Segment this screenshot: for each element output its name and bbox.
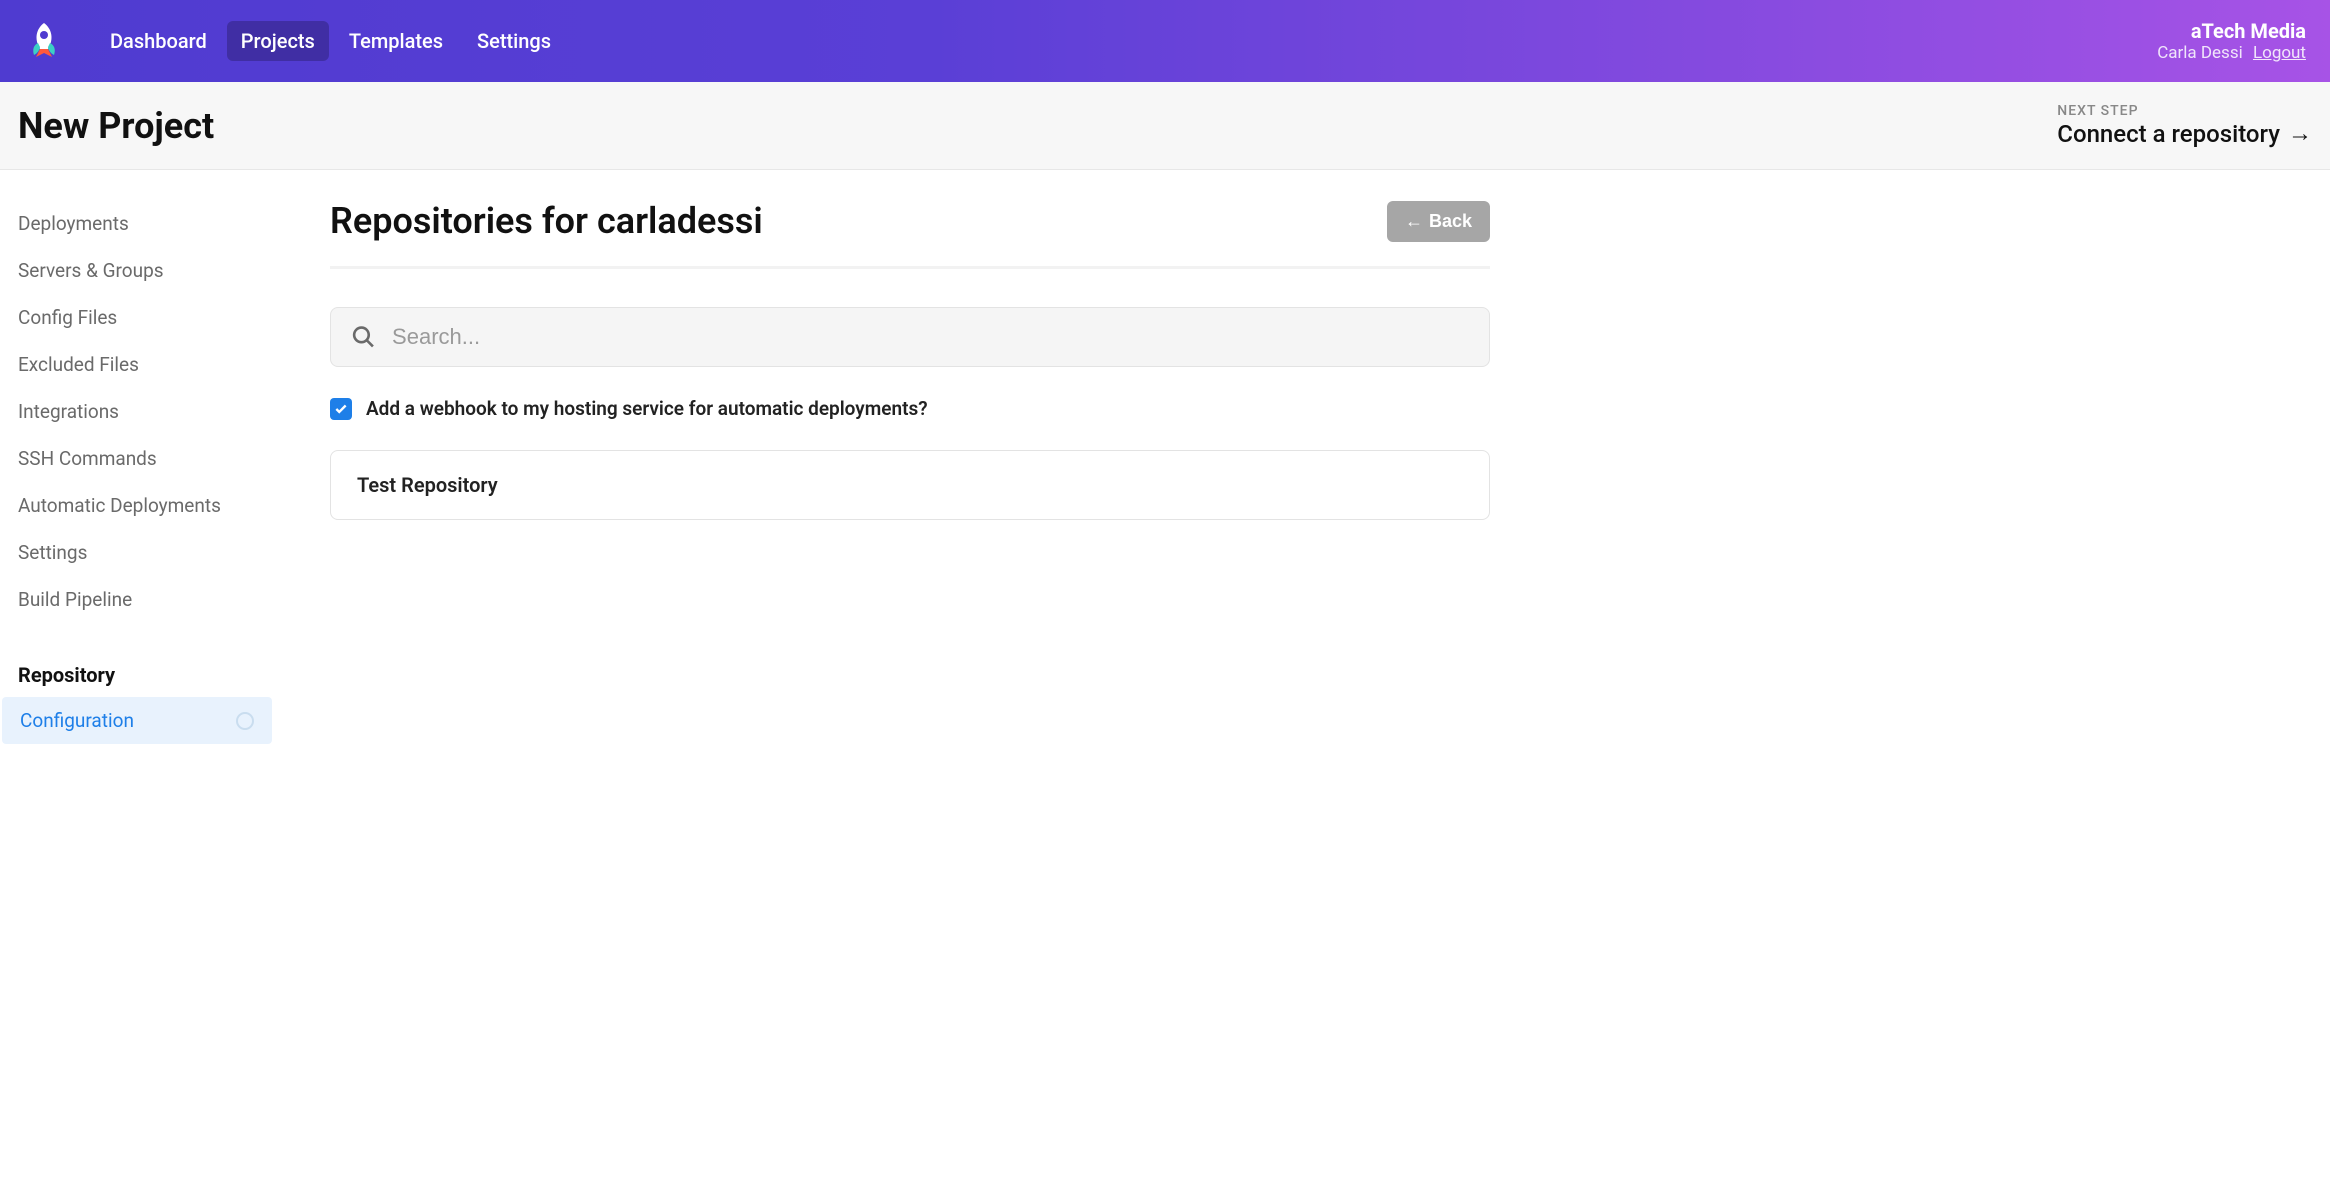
search-icon	[351, 324, 376, 350]
next-step-text: Connect a repository	[2057, 120, 2280, 148]
subheader: New Project NEXT STEP Connect a reposito…	[0, 82, 2330, 170]
repo-item[interactable]: Test Repository	[330, 450, 1490, 520]
nav-templates[interactable]: Templates	[335, 21, 457, 61]
main-content: Repositories for carladessi ← Back Add a…	[274, 170, 1510, 744]
user-name: Carla Dessi	[2157, 43, 2243, 63]
search-input[interactable]	[392, 324, 1469, 350]
logo-icon	[24, 21, 64, 61]
main-nav: Dashboard Projects Templates Settings	[96, 21, 565, 61]
nav-dashboard[interactable]: Dashboard	[96, 21, 221, 61]
logout-link[interactable]: Logout	[2253, 43, 2306, 63]
sidebar-item-integrations[interactable]: Integrations	[0, 388, 274, 435]
webhook-checkbox[interactable]	[330, 398, 352, 420]
spinner-icon	[236, 712, 254, 730]
next-step-label: NEXT STEP	[2057, 103, 2312, 119]
arrow-right-icon: →	[2288, 119, 2312, 148]
nav-projects[interactable]: Projects	[227, 21, 329, 61]
sidebar-item-ssh-commands[interactable]: SSH Commands	[0, 435, 274, 482]
sidebar-item-automatic-deployments[interactable]: Automatic Deployments	[0, 482, 274, 529]
sidebar-item-settings[interactable]: Settings	[0, 529, 274, 576]
sidebar-item-configuration[interactable]: Configuration	[2, 697, 272, 744]
sidebar: Deployments Servers & Groups Config File…	[0, 170, 274, 744]
sidebar-item-deployments[interactable]: Deployments	[0, 200, 274, 247]
sidebar-item-excluded-files[interactable]: Excluded Files	[0, 341, 274, 388]
org-name: aTech Media	[2157, 19, 2306, 43]
back-button-label: Back	[1429, 211, 1472, 232]
search-box[interactable]	[330, 307, 1490, 367]
sidebar-item-build-pipeline[interactable]: Build Pipeline	[0, 576, 274, 623]
main-title: Repositories for carladessi	[330, 200, 763, 242]
sidebar-item-servers-groups[interactable]: Servers & Groups	[0, 247, 274, 294]
nav-settings[interactable]: Settings	[463, 21, 565, 61]
next-step-link[interactable]: Connect a repository →	[2057, 119, 2312, 148]
check-icon	[334, 402, 348, 416]
webhook-checkbox-label: Add a webhook to my hosting service for …	[366, 397, 928, 420]
arrow-left-icon: ←	[1405, 211, 1423, 232]
topbar-account: aTech Media Carla Dessi Logout	[2157, 19, 2306, 63]
sidebar-item-label: Configuration	[20, 709, 134, 732]
sidebar-item-config-files[interactable]: Config Files	[0, 294, 274, 341]
page-title: New Project	[18, 105, 214, 147]
back-button[interactable]: ← Back	[1387, 201, 1490, 242]
sidebar-heading-repository: Repository	[0, 623, 274, 697]
topbar: Dashboard Projects Templates Settings aT…	[0, 0, 2330, 82]
webhook-checkbox-row: Add a webhook to my hosting service for …	[330, 397, 1490, 420]
next-step-block: NEXT STEP Connect a repository →	[2057, 103, 2312, 148]
